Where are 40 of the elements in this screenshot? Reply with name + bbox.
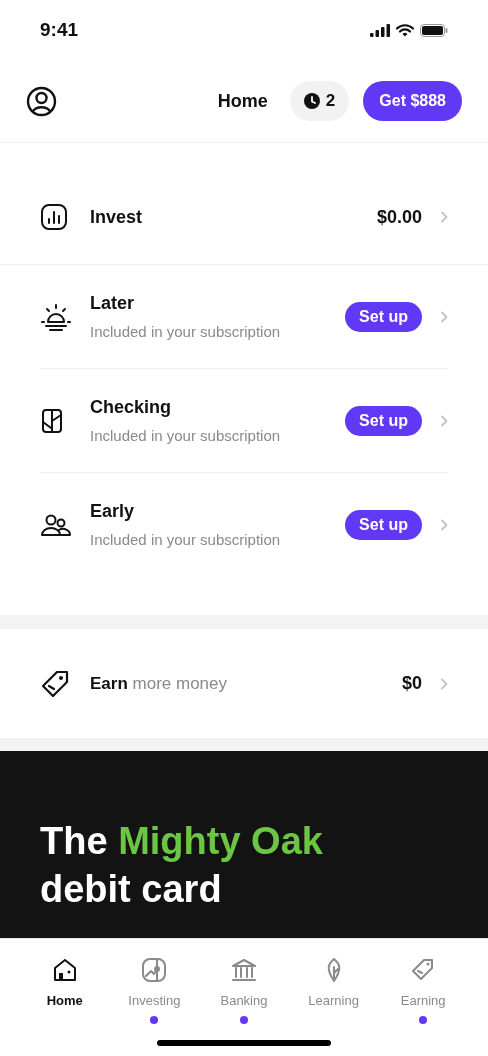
chevron-right-icon: [440, 310, 448, 323]
account-title: Later: [90, 291, 135, 315]
account-subtitle: Included in your subscription: [90, 530, 282, 551]
chevron-right-icon: [440, 677, 448, 690]
clock-icon: [303, 93, 320, 109]
bar-chart-icon: [40, 203, 68, 231]
setup-button[interactable]: Set up: [345, 405, 422, 436]
tag-icon: [40, 668, 70, 699]
sunrise-icon: [40, 302, 72, 331]
tab-item[interactable]: Earning: [383, 957, 464, 1024]
earn-label: Earn more money: [90, 672, 228, 695]
chevron-right-icon: [440, 519, 448, 531]
setup-button[interactable]: Set up: [345, 301, 422, 332]
tab-item[interactable]: Home: [24, 957, 105, 1024]
account-title: Invest: [90, 205, 144, 229]
tab-item[interactable]: Investing: [114, 957, 195, 1024]
account-subtitle: Included in your subscription: [90, 321, 282, 342]
account-subtitle: Included in your subscription: [90, 425, 282, 446]
house-icon: [51, 957, 78, 983]
tab-item[interactable]: Banking: [204, 957, 284, 1024]
chevron-right-icon: [440, 414, 448, 427]
profile-icon[interactable]: [26, 85, 57, 117]
account-title: Checking: [90, 395, 173, 419]
bank-icon: [231, 957, 257, 983]
card-icon: [40, 406, 64, 435]
account-balance: $0.00: [376, 205, 422, 229]
earn-balance: $0: [401, 672, 422, 695]
page-title: Home: [217, 89, 268, 113]
wifi-icon: [396, 23, 414, 37]
battery-icon: [420, 23, 448, 37]
pending-button[interactable]: 2: [289, 81, 350, 121]
tab-item[interactable]: Learning: [293, 957, 374, 1024]
chart-icon: [141, 957, 168, 983]
status-time: 9:41: [40, 17, 79, 42]
promo-heading: The Mighty Oak debit card: [40, 819, 324, 912]
get-reward-button[interactable]: Get $888: [363, 81, 462, 121]
signal-icon: [370, 23, 390, 37]
account-title: Early: [90, 500, 136, 524]
setup-button[interactable]: Set up: [345, 510, 422, 540]
chevron-right-icon: [440, 211, 448, 223]
